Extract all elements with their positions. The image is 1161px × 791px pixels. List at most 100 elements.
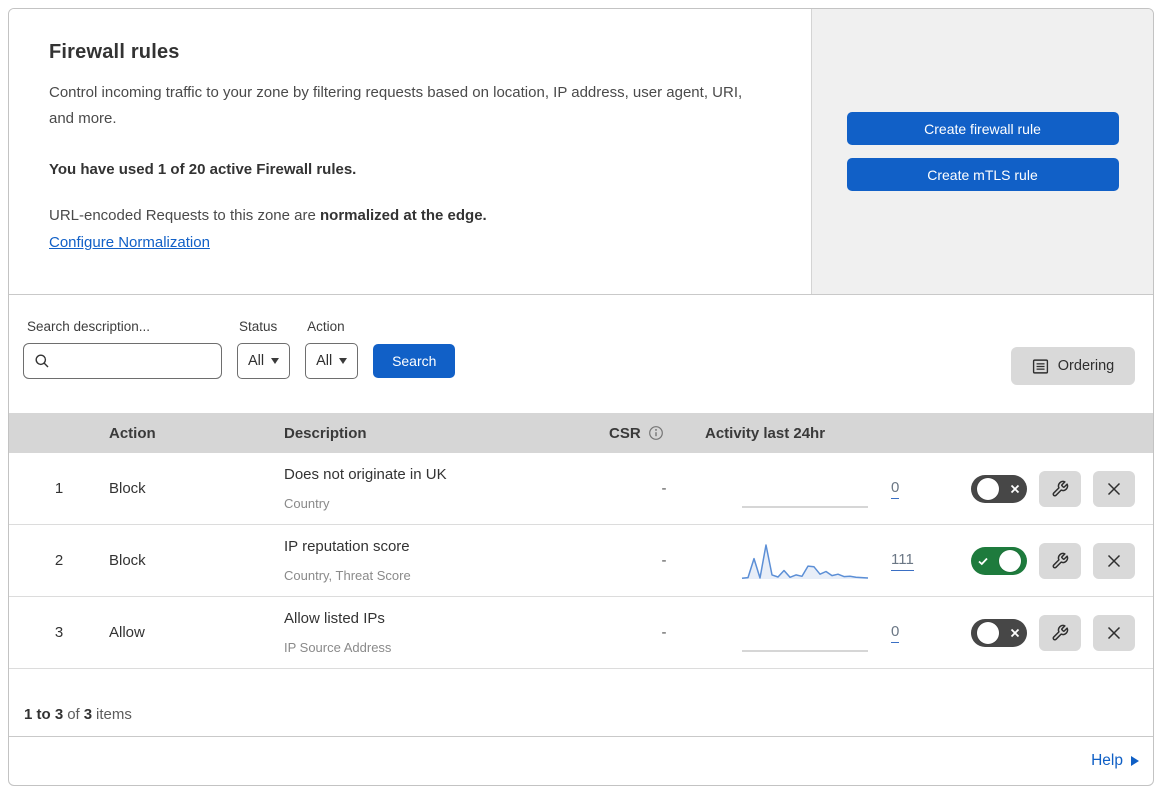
rule-csr-value: - xyxy=(661,552,667,569)
ordering-button[interactable]: Ordering xyxy=(1011,347,1135,385)
column-activity: Activity last 24hr xyxy=(705,424,826,442)
x-icon xyxy=(1010,628,1020,637)
wrench-icon xyxy=(1052,624,1069,640)
table-row: 1 Block Does not originate in UK Country… xyxy=(9,453,1153,525)
rule-fields: Country, Threat Score xyxy=(284,567,411,583)
status-dropdown[interactable]: All xyxy=(237,343,291,379)
toggle-knob xyxy=(977,621,999,644)
page-description: Control incoming traffic to your zone by… xyxy=(49,84,743,128)
help-link[interactable]: Help xyxy=(1091,752,1139,770)
rule-action: Block xyxy=(109,552,146,569)
table-header: Action Description CSR Activity last 24h… xyxy=(9,413,1153,453)
status-dropdown-value: All xyxy=(248,353,265,369)
search-label: Search description... xyxy=(27,319,151,334)
ordering-button-label: Ordering xyxy=(1057,358,1115,374)
rule-controls xyxy=(929,614,1153,651)
edit-rule-button[interactable] xyxy=(1039,470,1081,507)
close-icon xyxy=(1107,554,1121,567)
rule-description: Allow listed IPs xyxy=(284,609,385,627)
action-filter-group: Action All xyxy=(305,319,359,379)
rule-description-cell: IP reputation score Country, Threat Scor… xyxy=(284,534,589,588)
toggle-knob xyxy=(999,549,1021,572)
rule-fields: Country xyxy=(284,495,330,511)
filter-controls: Search description... Status All Action xyxy=(23,319,1135,379)
delete-rule-button[interactable] xyxy=(1093,470,1135,507)
info-icon[interactable] xyxy=(648,425,664,441)
search-icon xyxy=(35,354,49,368)
activity-count-link[interactable]: 0 xyxy=(891,623,900,643)
search-button[interactable]: Search xyxy=(373,344,456,378)
rule-priority: 1 xyxy=(54,480,64,497)
rule-action: Block xyxy=(109,480,146,497)
usage-summary: You have used 1 of 20 active Firewall ru… xyxy=(49,160,357,178)
help-link-label: Help xyxy=(1091,752,1123,769)
close-icon xyxy=(1107,482,1121,495)
rule-activity-cell: 0 xyxy=(689,613,929,653)
configure-normalization-link[interactable]: Configure Normalization xyxy=(49,234,210,251)
rule-description: Does not originate in UK xyxy=(284,465,447,483)
normalization-note: URL-encoded Requests to this zone are no… xyxy=(49,204,771,228)
wrench-icon xyxy=(1052,480,1069,496)
rule-description-cell: Allow listed IPs IP Source Address xyxy=(284,606,589,660)
rule-csr-value: - xyxy=(661,480,667,497)
overview-text-panel: Firewall rules Control incoming traffic … xyxy=(9,9,811,294)
create-mtls-rule-button[interactable]: Create mTLS rule xyxy=(846,158,1119,191)
rule-enabled-toggle[interactable] xyxy=(971,474,1027,503)
arrow-right-icon xyxy=(1131,756,1139,766)
search-box xyxy=(23,343,222,379)
page-title: Firewall rules xyxy=(49,41,180,63)
chevron-down-icon xyxy=(339,358,348,364)
rule-action: Allow xyxy=(109,624,145,641)
wrench-icon xyxy=(1052,552,1069,568)
create-firewall-rule-button[interactable]: Create firewall rule xyxy=(846,112,1119,145)
items-label: items xyxy=(96,706,132,723)
activity-count-link[interactable]: 0 xyxy=(891,479,900,499)
search-group: Search description... xyxy=(23,319,222,379)
rule-enabled-toggle[interactable] xyxy=(971,618,1027,647)
action-dropdown[interactable]: All xyxy=(305,343,359,379)
rule-controls xyxy=(929,542,1153,579)
activity-sparkline xyxy=(742,649,868,652)
rule-description: IP reputation score xyxy=(284,537,410,555)
activity-sparkline xyxy=(742,505,868,508)
firewall-rules-card: Firewall rules Control incoming traffic … xyxy=(8,8,1154,786)
x-icon xyxy=(1010,484,1020,493)
normalization-prefix: URL-encoded Requests to this zone are xyxy=(49,206,320,224)
rule-controls xyxy=(929,470,1153,507)
close-icon xyxy=(1107,626,1121,639)
rule-priority: 2 xyxy=(54,552,64,569)
rule-enabled-toggle[interactable] xyxy=(971,546,1027,575)
delete-rule-button[interactable] xyxy=(1093,542,1135,579)
of-label: of xyxy=(67,706,80,723)
items-range: 1 to 3 xyxy=(24,706,64,723)
delete-rule-button[interactable] xyxy=(1093,614,1135,651)
actions-panel: Create firewall rule Create mTLS rule xyxy=(811,9,1153,294)
chevron-down-icon xyxy=(271,358,280,364)
column-action: Action xyxy=(109,424,156,442)
search-input[interactable] xyxy=(58,353,221,369)
edit-rule-button[interactable] xyxy=(1039,614,1081,651)
rule-description-cell: Does not originate in UK Country xyxy=(284,462,589,516)
normalization-bold: normalized at the edge. xyxy=(320,206,487,224)
column-csr-label: CSR xyxy=(609,424,641,442)
rule-fields: IP Source Address xyxy=(284,639,392,655)
filter-bar: Search description... Status All Action xyxy=(9,295,1153,413)
toggle-knob xyxy=(977,477,999,500)
activity-sparkline xyxy=(741,543,869,579)
help-bar: Help xyxy=(9,737,1153,785)
rule-priority: 3 xyxy=(54,624,64,641)
pagination-summary: 1 to 3 of 3 items xyxy=(9,669,1153,737)
action-label: Action xyxy=(307,319,345,334)
activity-count-link[interactable]: 111 xyxy=(891,551,914,571)
status-label: Status xyxy=(239,319,278,334)
items-total: 3 xyxy=(83,706,93,723)
table-row: 2 Block IP reputation score Country, Thr… xyxy=(9,525,1153,597)
column-description: Description xyxy=(284,424,367,442)
edit-rule-button[interactable] xyxy=(1039,542,1081,579)
table-row: 3 Allow Allow listed IPs IP Source Addre… xyxy=(9,597,1153,669)
ordering-list-icon xyxy=(1032,358,1048,374)
rule-activity-cell: 111 xyxy=(689,541,929,581)
column-csr: CSR xyxy=(589,425,689,442)
rule-csr-value: - xyxy=(661,624,667,641)
action-dropdown-value: All xyxy=(316,353,333,369)
